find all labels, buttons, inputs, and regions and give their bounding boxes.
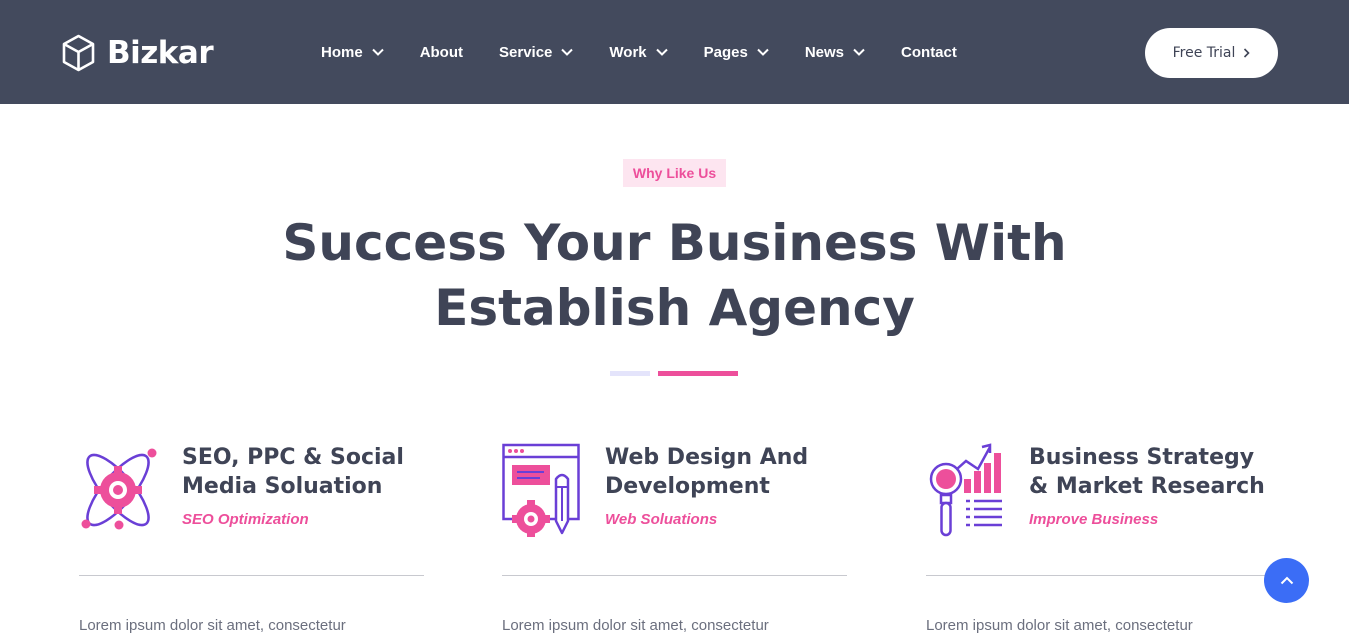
service-card-description: Lorem ipsum dolor sit amet, consectetur: [926, 617, 1193, 634]
brand-logo[interactable]: Bizkar: [62, 33, 214, 73]
main-nav: Home About Service Work Pages News Conta…: [321, 42, 957, 62]
nav-item-about[interactable]: About: [420, 44, 463, 61]
service-card-description: Lorem ipsum dolor sit amet, consectetur: [502, 617, 769, 634]
nav-item-label: News: [804, 43, 845, 61]
service-card-title: Business Strategy & Market Research: [1029, 445, 1265, 499]
service-card-subtitle: SEO Optimization: [182, 511, 309, 528]
title-divider-light: [610, 371, 650, 376]
nav-item-service[interactable]: Service: [499, 43, 574, 61]
nav-item-work[interactable]: Work: [609, 43, 668, 61]
card-divider: [502, 575, 847, 576]
chevron-down-icon: [561, 48, 574, 56]
chevron-up-icon: [1280, 576, 1293, 585]
nav-item-label: Pages: [703, 43, 748, 61]
site-header: Bizkar Home About Service Work Pages New…: [0, 0, 1349, 104]
chevron-right-icon: [1244, 48, 1251, 58]
service-card-description: Lorem ipsum dolor sit amet, consectetur: [79, 617, 346, 634]
chevron-down-icon: [371, 48, 384, 56]
web-design-icon: [502, 443, 582, 537]
chevron-down-icon: [757, 48, 769, 56]
service-card-title: Web Design And Development: [605, 445, 809, 499]
atom-gear-icon: [79, 443, 159, 537]
section-title: Success Your Business With Establish Age…: [0, 211, 1349, 341]
chevron-down-icon: [853, 48, 865, 56]
nav-item-home[interactable]: Home: [321, 44, 384, 61]
chevron-down-icon: [655, 48, 668, 56]
service-card-title: SEO, PPC & Social Media Soluation: [182, 445, 404, 499]
nav-item-label: About: [419, 43, 464, 61]
free-trial-button[interactable]: Free Trial: [1145, 28, 1278, 78]
free-trial-label: Free Trial: [1172, 45, 1236, 61]
section-badge: Why Like Us: [623, 159, 726, 187]
nav-item-label: Contact: [901, 43, 957, 61]
nav-item-news[interactable]: News: [805, 44, 865, 61]
scroll-to-top-button[interactable]: [1264, 558, 1309, 603]
nav-item-label: Service: [499, 43, 553, 61]
service-card-subtitle: Improve Business: [1029, 511, 1159, 528]
title-divider-accent: [658, 371, 738, 376]
nav-item-label: Home: [321, 43, 363, 61]
brand-name: Bizkar: [107, 35, 214, 71]
section-title-line-2: Establish Agency: [434, 279, 915, 337]
card-divider: [79, 575, 424, 576]
section-title-line-1: Success Your Business With: [282, 214, 1067, 272]
business-research-icon: [926, 443, 1006, 537]
nav-item-pages[interactable]: Pages: [704, 44, 769, 61]
nav-item-label: Work: [609, 43, 647, 61]
nav-item-contact[interactable]: Contact: [901, 44, 957, 61]
cube-icon: [62, 34, 95, 72]
card-divider: [926, 575, 1271, 576]
service-card-subtitle: Web Soluations: [605, 511, 718, 528]
